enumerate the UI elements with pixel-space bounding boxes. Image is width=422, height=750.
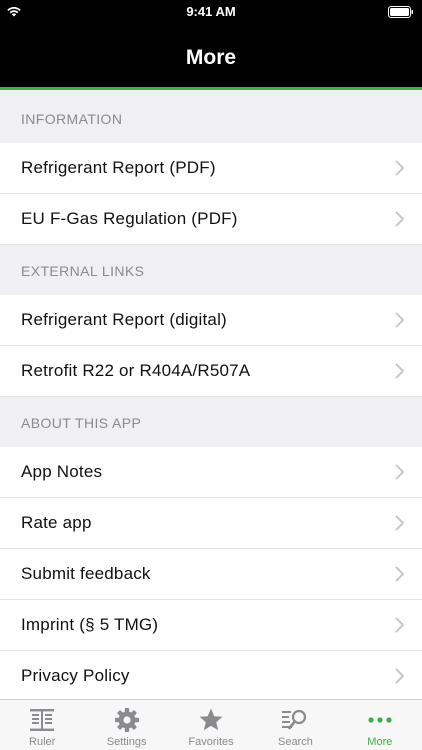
list-item-label: Submit feedback <box>21 564 151 583</box>
chevron-right-icon <box>395 515 404 531</box>
list-item-refrigerant-report-digital[interactable]: Refrigerant Report (digital) <box>0 295 422 346</box>
tab-settings[interactable]: Settings <box>84 700 168 750</box>
section-header-about-this-app: ABOUT THIS APP <box>21 415 142 431</box>
list-item-label: Imprint (§ 5 TMG) <box>21 615 159 634</box>
tab-label: Search <box>277 736 313 748</box>
search-icon <box>282 709 307 730</box>
chevron-right-icon <box>395 464 404 480</box>
list-item-retrofit[interactable]: Retrofit R22 or R404A/R507A <box>0 346 422 397</box>
tab-search[interactable]: Search <box>253 700 337 750</box>
tab-more[interactable]: More <box>338 700 422 750</box>
section-header-information: INFORMATION <box>21 111 123 127</box>
section-header-external-links: EXTERNAL LINKS <box>21 263 145 279</box>
ruler-icon <box>30 709 55 731</box>
tab-label: More <box>367 736 393 748</box>
chevron-right-icon <box>395 668 404 684</box>
tab-label: Favorites <box>188 736 234 748</box>
status-bar: 9:41 AM <box>0 0 422 22</box>
navigation-bar: More <box>0 22 422 90</box>
tab-label: Settings <box>106 736 147 748</box>
chevron-right-icon <box>395 617 404 633</box>
chevron-right-icon <box>395 211 404 227</box>
tab-favorites[interactable]: Favorites <box>169 700 253 750</box>
list-item-app-notes[interactable]: App Notes <box>0 447 422 498</box>
list-item-label: EU F-Gas Regulation (PDF) <box>21 209 238 228</box>
list-item-imprint[interactable]: Imprint (§ 5 TMG) <box>0 600 422 651</box>
list-item-eu-fgas-regulation-pdf[interactable]: EU F-Gas Regulation (PDF) <box>0 194 422 245</box>
list-item-label: Retrofit R22 or R404A/R507A <box>21 361 251 380</box>
list-item-label: Refrigerant Report (PDF) <box>21 158 216 177</box>
status-time: 9:41 AM <box>186 4 236 19</box>
chevron-right-icon <box>395 566 404 582</box>
tab-ruler[interactable]: Ruler <box>0 700 84 750</box>
chevron-right-icon <box>395 312 404 328</box>
tab-bar: Ruler Settings Favorites Search More <box>0 699 422 750</box>
list-item-label: App Notes <box>21 462 103 481</box>
battery-icon <box>388 5 414 23</box>
list-item-rate-app[interactable]: Rate app <box>0 498 422 549</box>
list-item-label: Privacy Policy <box>21 666 130 685</box>
page-title: More <box>185 46 237 69</box>
list-item-label: Refrigerant Report (digital) <box>21 310 227 329</box>
chevron-right-icon <box>395 363 404 379</box>
star-icon <box>199 708 223 731</box>
settings-list[interactable]: INFORMATION Refrigerant Report (PDF) EU … <box>0 93 422 699</box>
more-dots-icon <box>368 717 392 723</box>
tab-label: Ruler <box>29 736 56 748</box>
chevron-right-icon <box>395 160 404 176</box>
list-item-label: Rate app <box>21 513 92 532</box>
list-item-privacy-policy[interactable]: Privacy Policy <box>0 651 422 699</box>
list-item-refrigerant-report-pdf[interactable]: Refrigerant Report (PDF) <box>0 143 422 194</box>
gear-icon <box>114 708 139 732</box>
list-item-submit-feedback[interactable]: Submit feedback <box>0 549 422 600</box>
